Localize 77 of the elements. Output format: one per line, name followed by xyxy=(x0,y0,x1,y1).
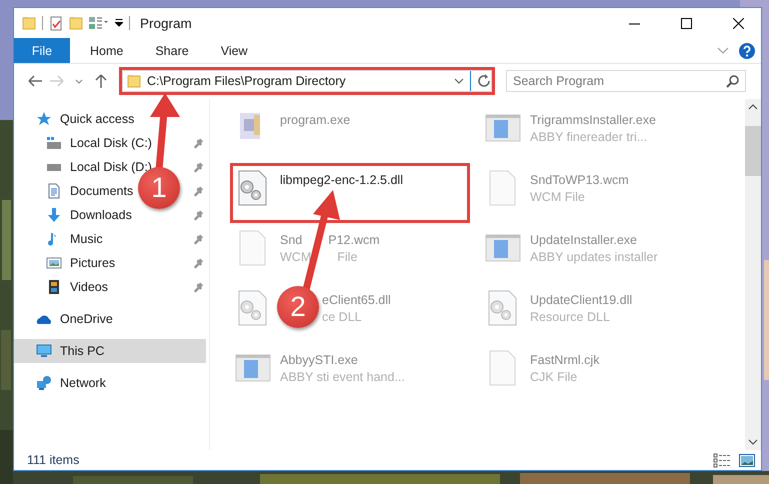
recent-icon xyxy=(75,78,83,84)
document-icon xyxy=(46,183,62,199)
file-name: program.exe xyxy=(280,113,350,127)
monitor-icon xyxy=(36,343,52,359)
nav-item[interactable]: Downloads xyxy=(46,207,132,223)
file-type: ABBY sti event hand... xyxy=(280,370,405,384)
pin-icon[interactable] xyxy=(192,138,204,150)
nav-item[interactable]: Quick access xyxy=(36,111,134,127)
file-type: WCM File xyxy=(530,190,585,204)
search-icon xyxy=(726,75,739,88)
item-count: 111 items xyxy=(27,453,80,467)
properties-icon[interactable] xyxy=(49,16,63,30)
folder-icon[interactable] xyxy=(22,16,36,30)
file-type: WCM xyxy=(280,250,312,264)
maximize-icon xyxy=(680,18,692,28)
nav-item[interactable]: Documents xyxy=(46,183,134,199)
ribbon-tab[interactable]: Share xyxy=(139,38,205,63)
file-name: libmpeg2-enc-1.2.5.dll xyxy=(280,173,403,187)
file-type: CJK File xyxy=(530,370,578,384)
nav-item[interactable]: Pictures xyxy=(46,255,116,271)
file-name: AbbyySTI.exe xyxy=(280,353,358,367)
dropdown-icon[interactable] xyxy=(454,78,464,84)
pin-icon[interactable] xyxy=(192,162,204,174)
scroll-down-icon[interactable] xyxy=(748,439,758,445)
nav-item[interactable]: Network xyxy=(36,375,106,391)
file-type: File xyxy=(337,250,358,264)
chevron-icon[interactable] xyxy=(717,47,729,54)
nav-item[interactable]: This PC xyxy=(36,343,104,359)
details-view-icon[interactable] xyxy=(713,452,731,468)
file-name: UpdateInstaller.exe xyxy=(530,233,638,247)
picture-icon xyxy=(46,255,62,271)
pin-icon[interactable] xyxy=(192,186,204,198)
pin-icon[interactable] xyxy=(192,282,204,294)
nav-item[interactable]: Music xyxy=(46,231,103,247)
window-title: Program xyxy=(140,16,193,30)
file-name: UpdateClient19.dll xyxy=(530,293,632,307)
pin-icon[interactable] xyxy=(192,234,204,246)
folder-icon xyxy=(127,74,141,88)
new-folder-icon[interactable] xyxy=(69,16,83,30)
help-icon[interactable] xyxy=(739,42,755,58)
refresh-icon[interactable] xyxy=(477,74,491,88)
file-name: SndToWP13.wcm xyxy=(530,173,629,187)
file-name: FastNrml.cjk xyxy=(530,353,600,367)
file-type: ABBY updates installer xyxy=(530,250,658,264)
pin-icon[interactable] xyxy=(192,258,204,270)
film-icon xyxy=(46,279,62,295)
file-menu-button[interactable]: File xyxy=(14,38,70,63)
network-icon xyxy=(36,375,52,391)
nav-item[interactable]: Local Disk (C:) xyxy=(46,136,152,150)
search-field[interactable]: Search Program xyxy=(506,70,746,92)
scrollbar[interactable] xyxy=(745,99,761,450)
large-icons-view-icon[interactable] xyxy=(739,452,755,468)
star-icon xyxy=(36,111,52,127)
file-type: Resource DLL xyxy=(530,310,610,324)
nav-item[interactable]: Videos xyxy=(46,279,108,295)
customize-icon[interactable] xyxy=(115,19,123,27)
file-name: Snd xyxy=(280,233,302,247)
pin-icon[interactable] xyxy=(192,210,204,222)
up-icon xyxy=(94,74,108,88)
drive-icon xyxy=(46,136,62,150)
ribbon-tab[interactable]: View xyxy=(204,38,264,63)
scrollbar-thumb[interactable] xyxy=(745,126,761,176)
back-icon xyxy=(28,74,42,88)
drive-icon xyxy=(46,162,62,172)
close-icon xyxy=(732,18,744,28)
address-field[interactable]: C:\Program Files\Program Directory xyxy=(122,70,492,92)
file-name: P12.wcm xyxy=(328,233,380,247)
nav-item[interactable]: OneDrive xyxy=(36,311,113,327)
file-type: ABBY finereader tri... xyxy=(530,130,648,144)
scroll-up-icon[interactable] xyxy=(748,104,758,110)
view-options-icon[interactable] xyxy=(89,16,109,30)
download-icon xyxy=(46,207,62,223)
file-type: ce DLL xyxy=(322,310,362,324)
forward-icon xyxy=(50,74,64,88)
file-name: eClient65.dll xyxy=(322,293,391,307)
file-name: TrigrammsInstaller.exe xyxy=(530,113,656,127)
ribbon-tab[interactable]: Home xyxy=(74,38,140,63)
